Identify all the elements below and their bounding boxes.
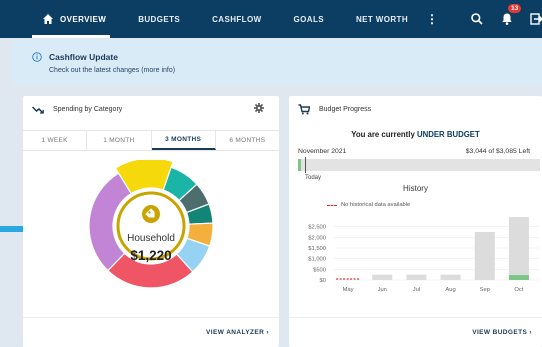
selected-category-amount: $1,220 (130, 248, 172, 263)
spending-donut-chart[interactable]: Household $1,220 (85, 157, 217, 292)
y-tick-label: $2,000 (308, 235, 326, 241)
notifications-button[interactable]: 13 (500, 4, 522, 26)
nav-net-worth[interactable]: NET WORTH (356, 0, 408, 38)
view-analyzer-link[interactable]: VIEW ANALYZER › (206, 329, 269, 336)
nav-budgets[interactable]: BUDGETS (138, 0, 180, 38)
nav-cashflow[interactable]: CASHFLOW (212, 0, 261, 38)
x-tick-label: Jun (378, 287, 387, 293)
tab-3-months[interactable]: 3 MONTHS (151, 131, 216, 150)
tab-6-months[interactable]: 6 MONTHS (216, 131, 279, 150)
nav-overview-label: OVERVIEW (60, 14, 107, 24)
history-bar (372, 274, 393, 280)
budget-card-footer: VIEW BUDGETS › (289, 317, 542, 347)
history-bar (508, 217, 529, 280)
x-tick-label: May (343, 287, 354, 293)
info-icon (32, 52, 42, 62)
budget-progress-fill (298, 159, 302, 171)
budget-remaining: $3,044 of $3,085 Left (465, 148, 530, 155)
y-tick-label: $500 (313, 267, 326, 273)
home-icon (43, 14, 53, 24)
banner-title: Cashflow Update (49, 52, 118, 62)
budget-status-text: You are currently UNDER BUDGET (289, 130, 542, 139)
nav-overview[interactable]: OVERVIEW (31, 0, 111, 38)
search-icon[interactable] (470, 12, 484, 26)
budget-month: November 2021 (298, 148, 347, 155)
gear-icon[interactable] (254, 103, 264, 113)
bell-icon (502, 13, 512, 25)
today-label: Today (305, 175, 322, 181)
tab-1-week[interactable]: 1 WEEK (23, 131, 88, 150)
history-bar (474, 232, 495, 280)
donut-svg (88, 157, 214, 289)
household-tag-icon (142, 205, 160, 223)
view-budgets-link[interactable]: VIEW BUDGETS › (472, 329, 532, 336)
x-tick-label: Sep (480, 287, 490, 293)
selected-category-name: Household (127, 233, 175, 244)
spending-by-category-card: Spending by Category 1 WEEK 1 MONTH 3 MO… (23, 96, 279, 347)
budget-progress-bar (298, 159, 540, 171)
x-tick-label: Aug (445, 287, 455, 293)
view-analyzer-label: VIEW ANALYZER (206, 329, 265, 336)
x-tick-label: Oct (514, 287, 523, 293)
history-bar (406, 274, 427, 280)
legend-dash-marker (327, 204, 337, 206)
chevron-right-icon: › (266, 329, 269, 336)
view-budgets-label: VIEW BUDGETS (472, 329, 528, 336)
y-tick-label: $0 (320, 278, 326, 284)
x-tick-label: Jul (413, 287, 420, 293)
budget-progress-card: Budget Progress You are currently UNDER … (289, 96, 542, 347)
y-tick-label: $1,000 (308, 257, 326, 263)
y-tick-label: $2,500 (308, 225, 326, 231)
notification-badge: 13 (508, 4, 522, 13)
history-bar (440, 274, 461, 280)
budget-card-title: Budget Progress (319, 106, 372, 113)
history-legend: No historical data available (327, 202, 410, 208)
chevron-right-icon: › (529, 329, 532, 336)
history-bar-chart: $2,500 $2,000 $1,500 $1,000 $500 $0 May Jun Jul A… (308, 217, 539, 293)
time-range-tabs: 1 WEEK 1 MONTH 3 MONTHS 6 MONTHS (23, 130, 279, 151)
history-title: History (403, 184, 428, 193)
budget-status-prefix: You are currently (351, 130, 417, 139)
cart-icon (298, 104, 310, 115)
history-legend-text: No historical data available (341, 202, 411, 208)
today-marker (305, 157, 306, 173)
spending-card-header: Spending by Category (23, 96, 279, 126)
cashflow-update-banner: Cashflow Update Check out the latest cha… (12, 40, 542, 84)
spending-card-title: Spending by Category (53, 106, 123, 113)
y-tick-label: $1,500 (308, 246, 326, 252)
main-nav: OVERVIEW BUDGETS CASHFLOW GOALS NET WORT… (31, 0, 470, 38)
top-navigation-bar: OVERVIEW BUDGETS CASHFLOW GOALS NET WORT… (0, 0, 542, 38)
kebab-menu-icon[interactable]: ⋮ (426, 0, 438, 38)
tab-1-month[interactable]: 1 MONTH (87, 131, 152, 150)
logout-icon[interactable] (530, 12, 542, 26)
spending-card-footer: VIEW ANALYZER › (23, 317, 279, 347)
banner-more-info-link[interactable]: Check out the latest changes (more info) (49, 67, 175, 74)
budget-card-header: Budget Progress (289, 96, 542, 126)
toolbar-right: 13 (470, 0, 542, 38)
history-bar-spent (508, 275, 529, 280)
trend-down-icon (32, 106, 44, 114)
budget-status-highlight: UNDER BUDGET (416, 130, 480, 139)
nav-goals[interactable]: GOALS (294, 0, 324, 38)
